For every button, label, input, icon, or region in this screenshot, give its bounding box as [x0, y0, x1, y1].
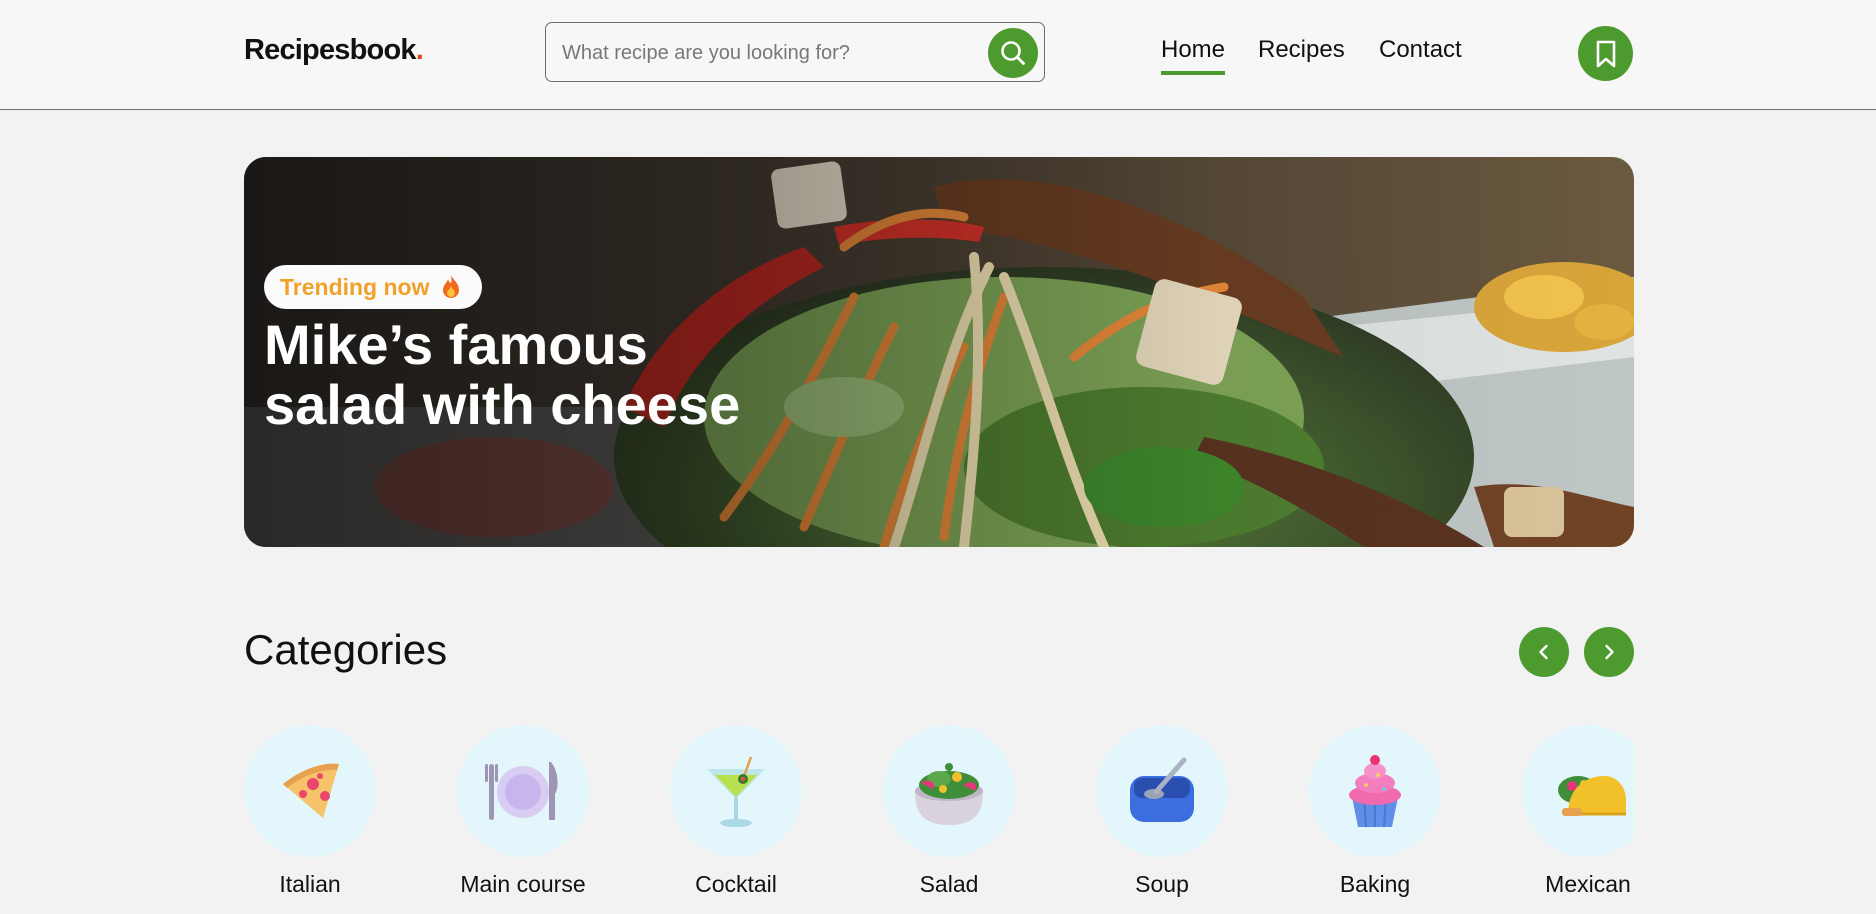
- category-icon-circle: [1522, 725, 1634, 857]
- logo[interactable]: Recipesbook.: [244, 34, 424, 67]
- hero-banner[interactable]: Trending now Mike’s famous salad with ch…: [244, 157, 1634, 547]
- category-icon-circle: [883, 725, 1015, 857]
- taco-icon: [1558, 776, 1626, 816]
- categories-prev-button[interactable]: [1519, 627, 1569, 677]
- search-icon: [1001, 41, 1025, 65]
- category-label: Cocktail: [695, 871, 777, 897]
- category-label: Baking: [1339, 871, 1411, 897]
- category-soup[interactable]: Soup: [1096, 725, 1228, 897]
- search-input[interactable]: [560, 23, 984, 83]
- category-cocktail[interactable]: Cocktail: [670, 725, 802, 897]
- nav-recipes[interactable]: Recipes: [1258, 36, 1345, 64]
- category-label: Main course: [460, 871, 586, 897]
- pizza-icon: [283, 763, 339, 818]
- category-icon-circle: [457, 725, 589, 857]
- logo-text: Recipesbook: [244, 34, 417, 66]
- categories-heading: Categories: [244, 626, 448, 673]
- chevron-left-icon: [1539, 644, 1548, 660]
- category-icon-circle: [1096, 725, 1228, 857]
- site-header: Recipesbook. Home Recipes Contact: [0, 0, 1876, 110]
- category-icon-circle: [244, 725, 376, 857]
- category-label: Salad: [919, 871, 979, 897]
- category-mexican[interactable]: Mexican: [1522, 725, 1634, 897]
- trending-label: Trending now: [280, 273, 430, 300]
- bookmark-icon: [1596, 40, 1615, 67]
- category-main-course[interactable]: Main course: [457, 725, 589, 897]
- category-label: Mexican: [1545, 871, 1631, 897]
- nav-contact[interactable]: Contact: [1379, 36, 1462, 64]
- category-label: Italian: [279, 871, 341, 897]
- search-bar: [545, 22, 1045, 83]
- soup-bowl-icon: [1130, 757, 1194, 822]
- categories-next-button[interactable]: [1584, 627, 1634, 677]
- hero-title: Mike’s famous salad with cheese: [264, 313, 741, 436]
- chevron-right-icon: [1605, 644, 1614, 660]
- trending-badge: Trending now: [264, 265, 482, 309]
- categories-carousel: Italian Main course Cocktail Salad Soup …: [244, 725, 1634, 914]
- category-icon-circle: [670, 725, 802, 857]
- bookmarks-button[interactable]: [1578, 26, 1633, 81]
- category-italian[interactable]: Italian: [244, 725, 376, 897]
- search-button[interactable]: [988, 28, 1038, 78]
- category-label: Soup: [1135, 871, 1189, 897]
- logo-dot: .: [415, 34, 424, 66]
- cocktail-icon: [707, 756, 765, 827]
- fire-icon: [442, 275, 459, 298]
- salad-bowl-icon: [915, 763, 983, 825]
- category-icon-circle: [1309, 725, 1441, 857]
- category-salad[interactable]: Salad: [883, 725, 1015, 897]
- cupcake-icon: [1349, 755, 1401, 828]
- nav-home[interactable]: Home: [1161, 36, 1226, 75]
- plate-cutlery-icon: [485, 762, 558, 820]
- category-baking[interactable]: Baking: [1309, 725, 1441, 897]
